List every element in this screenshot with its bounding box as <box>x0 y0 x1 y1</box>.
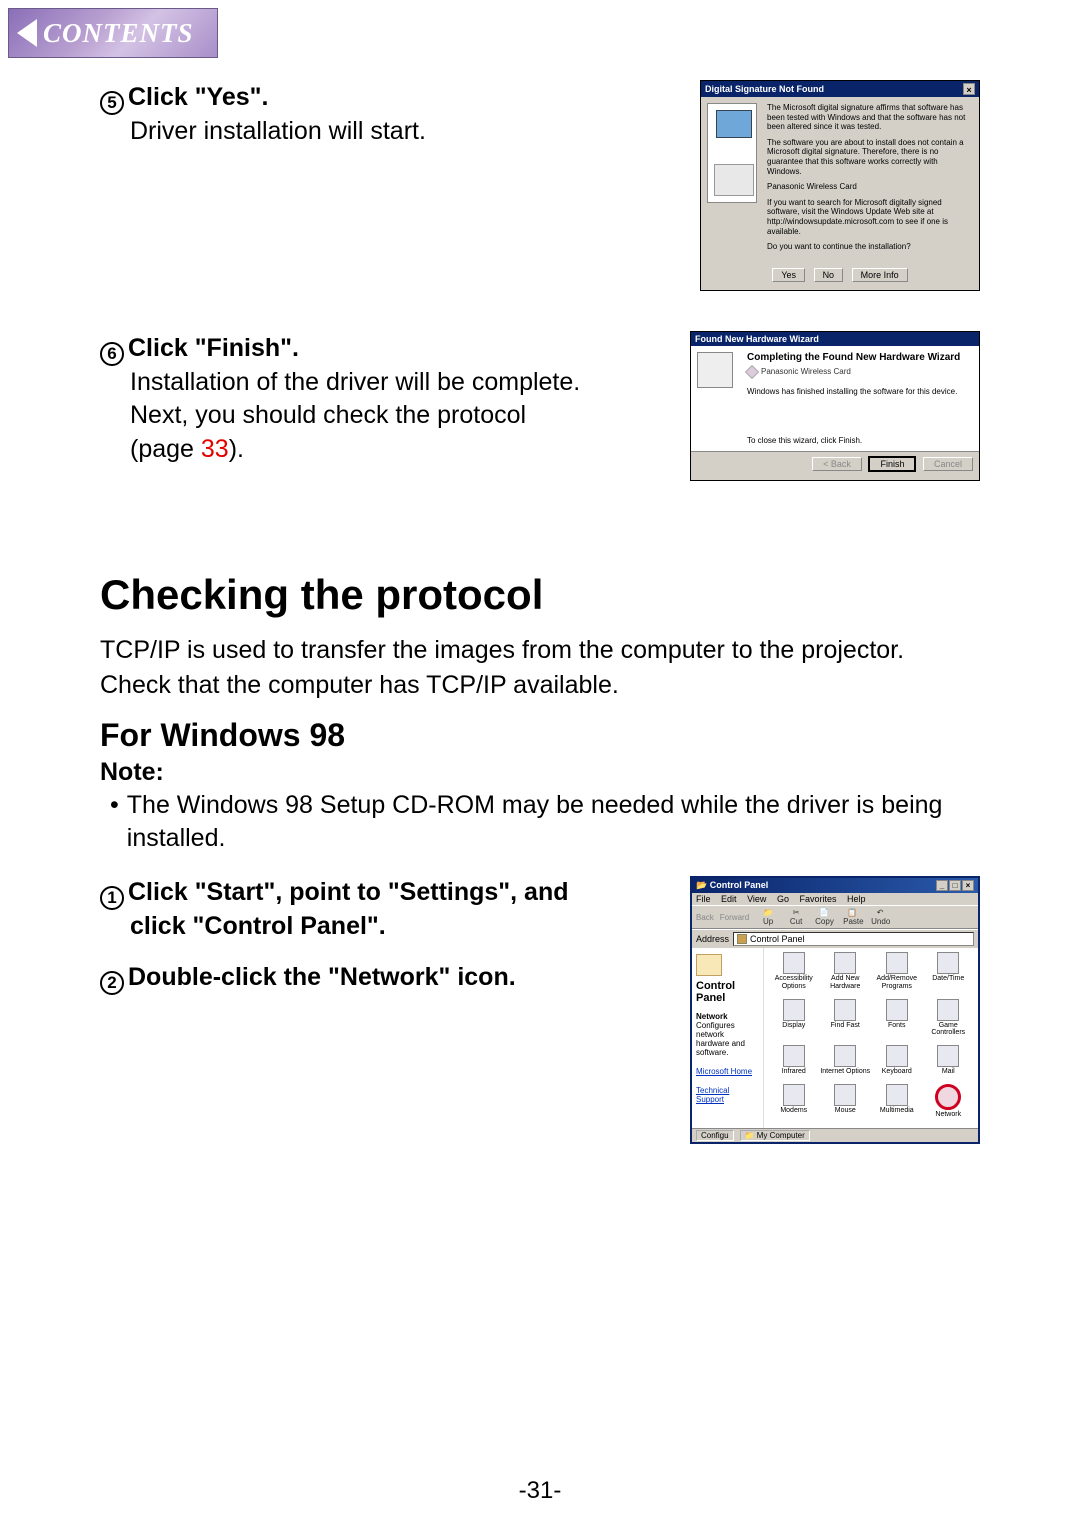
finish-button[interactable]: Finish <box>868 456 916 472</box>
contents-tab[interactable]: CONTENTS <box>8 8 218 58</box>
cp-item-infrared[interactable]: Infrared <box>768 1045 820 1082</box>
toolbar-cut[interactable]: ✂Cut <box>787 908 805 926</box>
address-field[interactable]: Control Panel <box>733 932 974 946</box>
step-6-number: 6 <box>100 342 124 366</box>
wizard-device: Panasonic Wireless Card <box>747 367 973 377</box>
cp-menu-bar[interactable]: File Edit View Go Favorites Help <box>692 893 978 905</box>
win-step-2-number: 2 <box>100 971 124 995</box>
win-step-2: 2Double-click the "Network" icon. <box>100 960 674 995</box>
cp-item-add-remove[interactable]: Add/Remove Programs <box>871 952 923 996</box>
no-button[interactable]: No <box>814 268 844 282</box>
toolbar-paste[interactable]: 📋Paste <box>843 908 861 926</box>
win-step-1-number: 1 <box>100 886 124 910</box>
yes-button[interactable]: Yes <box>772 268 805 282</box>
network-icon <box>935 1084 961 1110</box>
more-info-button[interactable]: More Info <box>852 268 908 282</box>
dialog1-titlebar: Digital Signature Not Found × <box>701 81 979 97</box>
win-step-1: 1Click "Start", point to "Settings", and… <box>100 876 674 944</box>
minimize-icon: _ <box>936 880 948 891</box>
cp-item-multimedia[interactable]: Multimedia <box>871 1084 923 1125</box>
cp-item-network[interactable]: Network <box>923 1084 975 1125</box>
window-buttons[interactable]: _□× <box>935 880 974 891</box>
wizard-close-msg: To close this wizard, click Finish. <box>747 436 973 445</box>
toolbar-up[interactable]: 📁Up <box>759 908 777 926</box>
found-new-hardware-dialog: Found New Hardware Wizard Completing the… <box>690 331 980 481</box>
step-5-heading: 5Click "Yes". <box>100 80 684 115</box>
step-5-number: 5 <box>100 91 124 115</box>
cancel-button: Cancel <box>923 457 973 471</box>
win98-heading: For Windows 98 <box>100 717 980 754</box>
cp-status-bar: Configu 📁 My Computer <box>692 1128 978 1142</box>
toolbar-undo[interactable]: ↶Undo <box>871 908 889 926</box>
menu-help[interactable]: Help <box>847 894 866 904</box>
cp-item-keyboard[interactable]: Keyboard <box>871 1045 923 1082</box>
wizard-icon <box>697 352 733 388</box>
close-icon: × <box>962 880 974 891</box>
protocol-paragraph: TCP/IP is used to transfer the images fr… <box>100 633 980 703</box>
control-panel-window: 📂 Control Panel _□× File Edit View Go Fa… <box>690 876 980 1144</box>
close-icon[interactable]: × <box>963 83 975 95</box>
page-number: -31- <box>0 1477 1080 1505</box>
cp-item-accessibility[interactable]: Accessibility Options <box>768 952 820 996</box>
cp-side-panel: Control Panel NetworkConfigures network … <box>692 948 764 1128</box>
technical-support-link[interactable]: Technical Support <box>696 1086 759 1104</box>
cp-address-bar: Address Control Panel <box>692 929 978 948</box>
diamond-icon <box>745 365 759 379</box>
menu-go[interactable]: Go <box>777 894 789 904</box>
dialog1-message: The Microsoft digital signature affirms … <box>767 103 973 258</box>
back-triangle-icon <box>17 19 37 47</box>
cp-item-datetime[interactable]: Date/Time <box>923 952 975 996</box>
cp-item-add-hardware[interactable]: Add New Hardware <box>820 952 872 996</box>
cp-item-findfast[interactable]: Find Fast <box>820 999 872 1043</box>
cp-item-display[interactable]: Display <box>768 999 820 1043</box>
dialog2-titlebar: Found New Hardware Wizard <box>691 332 979 346</box>
cp-item-mouse[interactable]: Mouse <box>820 1084 872 1125</box>
toolbar-forward[interactable]: Forward <box>720 913 749 922</box>
cp-toolbar: Back Forward 📁Up ✂Cut 📄Copy 📋Paste ↶Undo <box>692 905 978 929</box>
cp-item-internet[interactable]: Internet Options <box>820 1045 872 1082</box>
microsoft-home-link[interactable]: Microsoft Home <box>696 1067 759 1076</box>
step-6-body: Installation of the driver will be compl… <box>130 366 674 467</box>
contents-label: CONTENTS <box>43 18 194 49</box>
toolbar-back[interactable]: Back <box>696 913 714 922</box>
step-5-body: Driver installation will start. <box>130 115 684 149</box>
folder-icon <box>737 934 747 944</box>
cp-titlebar: 📂 Control Panel _□× <box>692 878 978 893</box>
menu-file[interactable]: File <box>696 894 711 904</box>
section-heading: Checking the protocol <box>100 571 980 619</box>
cp-item-mail[interactable]: Mail <box>923 1045 975 1082</box>
menu-edit[interactable]: Edit <box>721 894 737 904</box>
menu-view[interactable]: View <box>747 894 766 904</box>
maximize-icon: □ <box>949 880 961 891</box>
note-label: Note: <box>100 758 980 787</box>
back-button: < Back <box>812 457 862 471</box>
control-panel-icon <box>696 954 722 976</box>
cp-icon-grid: Accessibility Options Add New Hardware A… <box>764 948 978 1128</box>
cp-item-fonts[interactable]: Fonts <box>871 999 923 1043</box>
wizard-message: Windows has finished installing the soft… <box>747 387 973 396</box>
page-reference[interactable]: 33 <box>201 435 229 463</box>
digital-signature-dialog: Digital Signature Not Found × The Micros… <box>700 80 980 291</box>
menu-favorites[interactable]: Favorites <box>799 894 836 904</box>
cp-item-game[interactable]: Game Controllers <box>923 999 975 1043</box>
step-6-heading: 6Click "Finish". <box>100 331 674 366</box>
cp-item-modems[interactable]: Modems <box>768 1084 820 1125</box>
wizard-heading: Completing the Found New Hardware Wizard <box>747 352 973 363</box>
note-body: • The Windows 98 Setup CD-ROM may be nee… <box>100 789 980 857</box>
toolbar-copy[interactable]: 📄Copy <box>815 908 833 926</box>
computer-icon <box>707 103 757 203</box>
